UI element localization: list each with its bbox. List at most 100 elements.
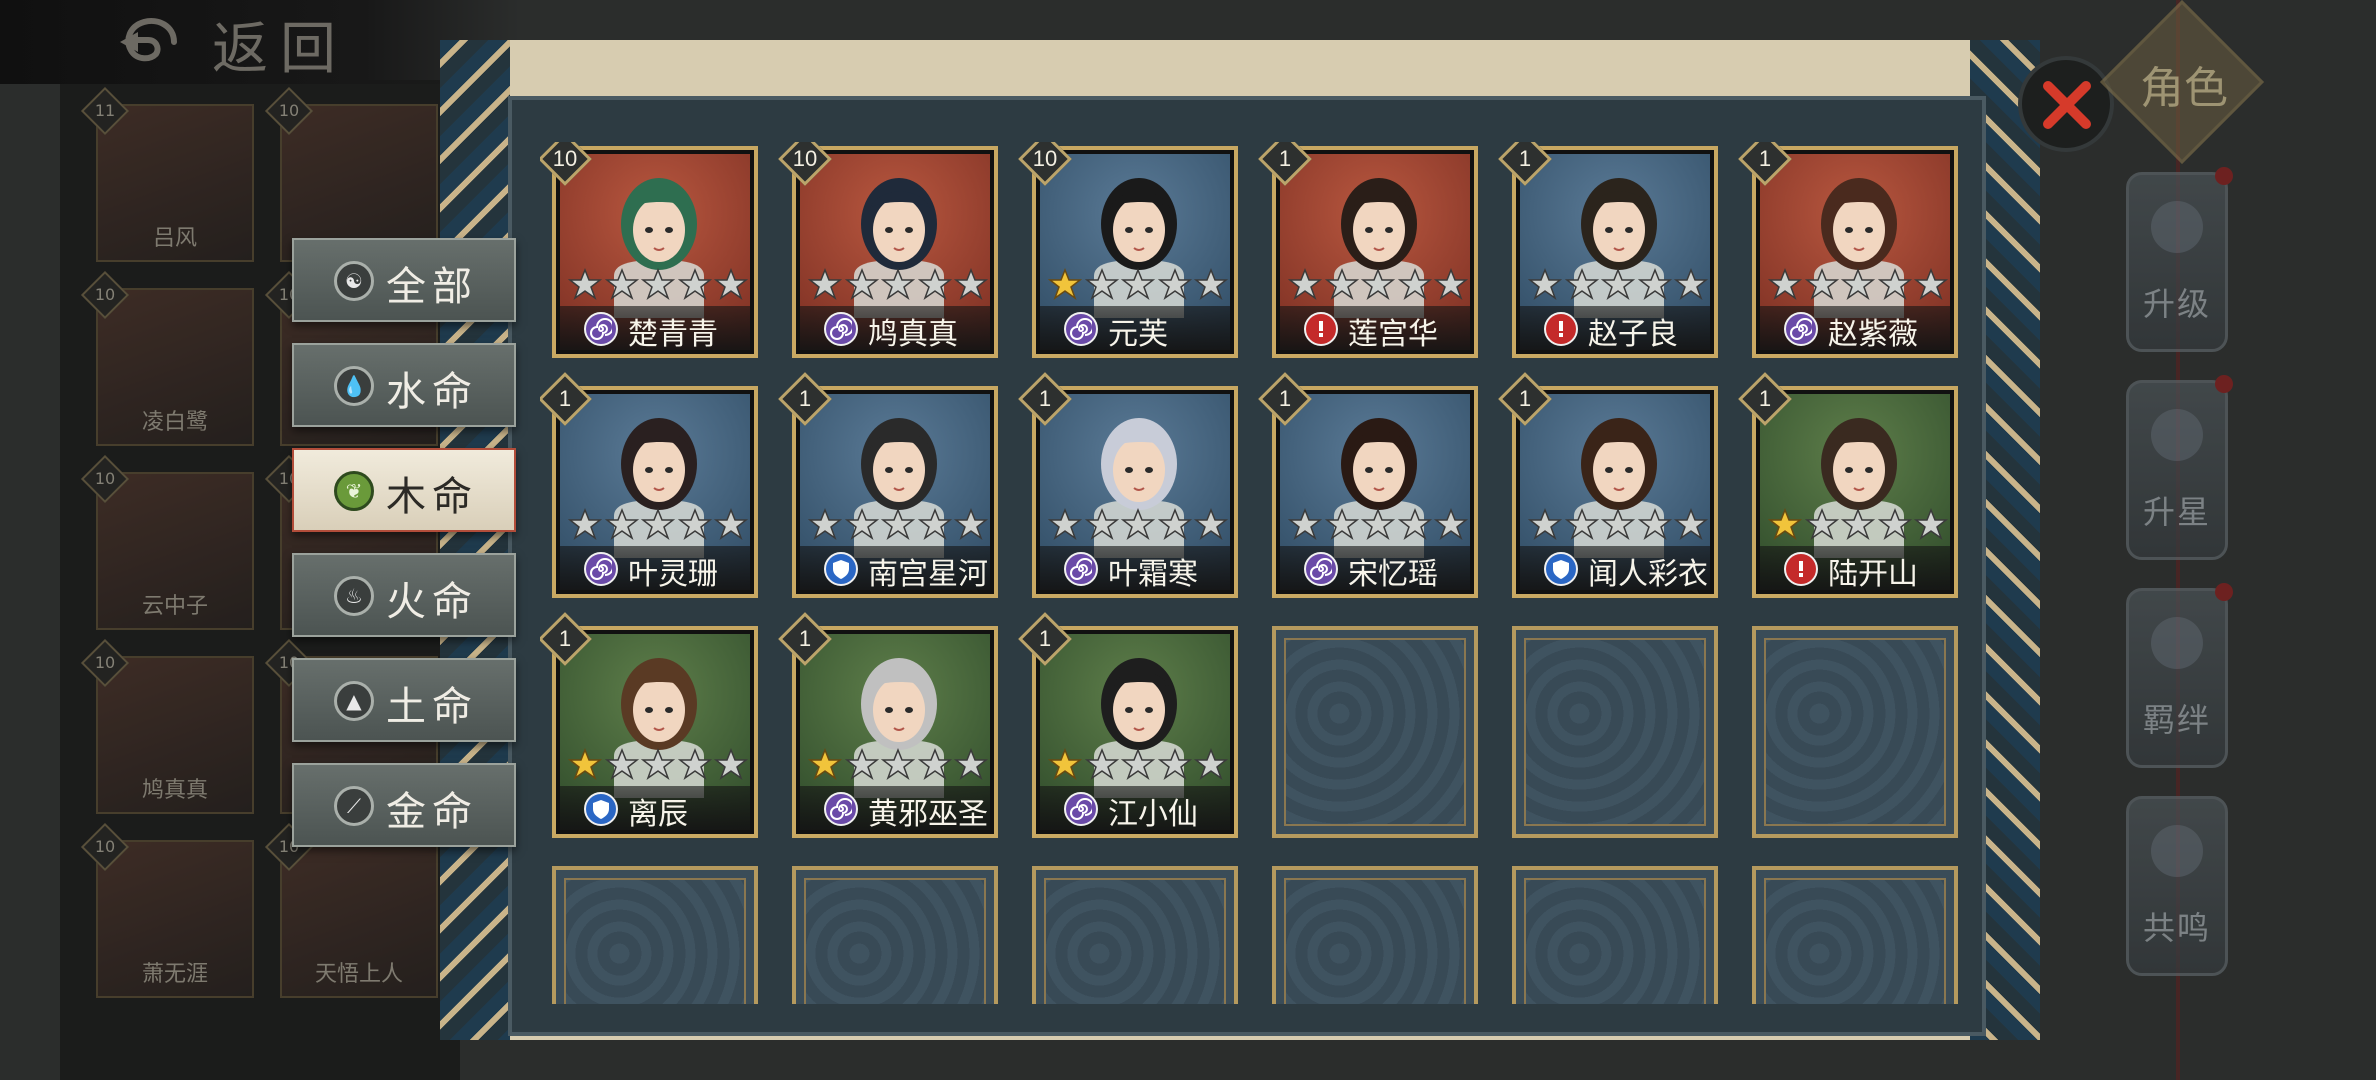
star-empty-icon [641, 748, 675, 780]
character-name: 鸠真真 [868, 318, 958, 351]
star-empty-icon [1121, 268, 1155, 300]
level-text: 10 [94, 285, 116, 304]
star-empty-icon [844, 508, 879, 540]
spiral-class-icon [1064, 312, 1098, 346]
character-card[interactable]: 1 宋忆瑶 [1258, 372, 1478, 598]
character-name: 云中子 [141, 593, 208, 618]
character-card[interactable]: 10 鸠真真 [778, 142, 998, 358]
star-empty-icon [677, 268, 712, 300]
character-card[interactable]: 1 赵紫薇 [1738, 142, 1958, 358]
star-empty-icon [1674, 268, 1708, 300]
character-name: 叶霜寒 [1108, 558, 1198, 591]
filter-tab[interactable]: ♨ 火命 [292, 553, 516, 637]
character-card[interactable]: 1 南宫星河 [778, 372, 998, 598]
star-empty-icon [568, 268, 602, 300]
star-empty-icon [1194, 748, 1228, 780]
side-menu-button[interactable]: 羁绊 [2126, 583, 2233, 768]
filter-tab[interactable]: 💧 水命 [292, 343, 516, 427]
side-menu-button[interactable]: 升星 [2126, 375, 2233, 560]
character-card[interactable]: 1 叶霜寒 [1018, 372, 1238, 598]
empty-slot-pattern [1044, 878, 1226, 1004]
star-rating [1528, 268, 1708, 300]
spiral-class-icon [824, 792, 858, 826]
star-empty-icon [954, 748, 988, 780]
star-rating [808, 268, 988, 300]
star-empty-icon [1121, 748, 1155, 780]
star-filled-icon [1768, 508, 1802, 540]
star-empty-icon [1601, 508, 1635, 540]
filter-tab[interactable]: ⟋ 金命 [292, 763, 516, 847]
character-card[interactable]: 10 楚青青 [540, 142, 758, 358]
character-card[interactable]: 1 黄邪巫圣 [778, 612, 998, 838]
mountain-icon: ▲ [334, 681, 374, 721]
alert-class-icon [1304, 312, 1338, 346]
star-empty-icon [1084, 508, 1119, 540]
star-empty-icon [568, 508, 602, 540]
blade-icon: ⟋ [334, 786, 374, 826]
name-bar: 赵紫薇 [1760, 306, 1950, 351]
character-card[interactable]: 1 闻人彩衣 [1498, 372, 1718, 598]
empty-slot [1272, 866, 1478, 1004]
level-text: 1 [1518, 386, 1532, 411]
character-card[interactable]: 10 元芙 [1018, 142, 1238, 358]
filter-tab[interactable]: ▲ 土命 [292, 658, 516, 742]
star-rating [808, 508, 988, 540]
star-empty-icon [844, 748, 879, 780]
character-card[interactable]: 1 叶灵珊 [540, 372, 758, 598]
side-menu-label: 共鸣 [2142, 909, 2211, 947]
star-empty-icon [1841, 508, 1875, 540]
star-empty-icon [1674, 508, 1708, 540]
star-empty-icon [1048, 508, 1082, 540]
character-name: 离辰 [628, 798, 688, 831]
empty-slot-pattern [1284, 878, 1466, 1004]
level-badge: 10 [264, 86, 314, 136]
side-menu-icon [2151, 825, 2203, 877]
level-text: 1 [1758, 146, 1772, 171]
notification-dot [2215, 167, 2233, 185]
notification-dot [2215, 375, 2233, 393]
star-empty-icon [1637, 508, 1672, 540]
star-empty-icon [1397, 268, 1432, 300]
star-empty-icon [1914, 268, 1948, 300]
side-menu-button[interactable]: 共鸣 [2126, 796, 2228, 976]
filter-tab[interactable]: ☯ 全部 [292, 238, 516, 322]
alert-class-icon [1784, 552, 1818, 586]
star-rating [808, 748, 988, 780]
level-text: 10 [792, 146, 818, 171]
character-card[interactable]: 1 陆开山 [1738, 372, 1958, 598]
side-menu-button[interactable]: 升级 [2126, 167, 2233, 352]
star-empty-icon [714, 268, 748, 300]
star-empty-icon [844, 268, 879, 300]
level-text: 1 [1758, 386, 1772, 411]
background-character-card: 10 鸠真真 [80, 638, 254, 814]
character-card[interactable]: 1 离辰 [540, 612, 758, 838]
level-text: 10 [552, 146, 578, 171]
star-empty-icon [881, 748, 915, 780]
star-empty-icon [1528, 268, 1562, 300]
star-empty-icon [1361, 268, 1395, 300]
filter-tab[interactable]: ❦ 木命 [292, 448, 516, 532]
star-empty-icon [1877, 268, 1912, 300]
star-empty-icon [1877, 508, 1912, 540]
yin-yang-icon: ☯ [334, 261, 374, 301]
star-rating [1048, 268, 1228, 300]
filter-tab-label: 水命 [386, 369, 478, 415]
star-empty-icon [917, 748, 952, 780]
character-name: 赵紫薇 [1828, 318, 1918, 351]
star-empty-icon [881, 508, 915, 540]
back-arrow-icon [120, 18, 177, 62]
name-bar: 赵子良 [1520, 306, 1710, 351]
star-empty-icon [1601, 268, 1635, 300]
name-bar: 鸠真真 [800, 306, 990, 351]
character-card[interactable]: 1 江小仙 [1018, 612, 1238, 838]
character-card[interactable]: 1 赵子良 [1498, 142, 1718, 358]
star-empty-icon [881, 268, 915, 300]
star-empty-icon [677, 748, 712, 780]
star-empty-icon [714, 748, 748, 780]
empty-slot-pattern [1524, 638, 1706, 826]
empty-slot [1512, 866, 1718, 1004]
name-bar: 黄邪巫圣 [800, 786, 990, 831]
level-badge: 10 [80, 454, 130, 504]
star-empty-icon [1914, 508, 1948, 540]
character-card[interactable]: 1 莲宫华 [1258, 142, 1478, 358]
